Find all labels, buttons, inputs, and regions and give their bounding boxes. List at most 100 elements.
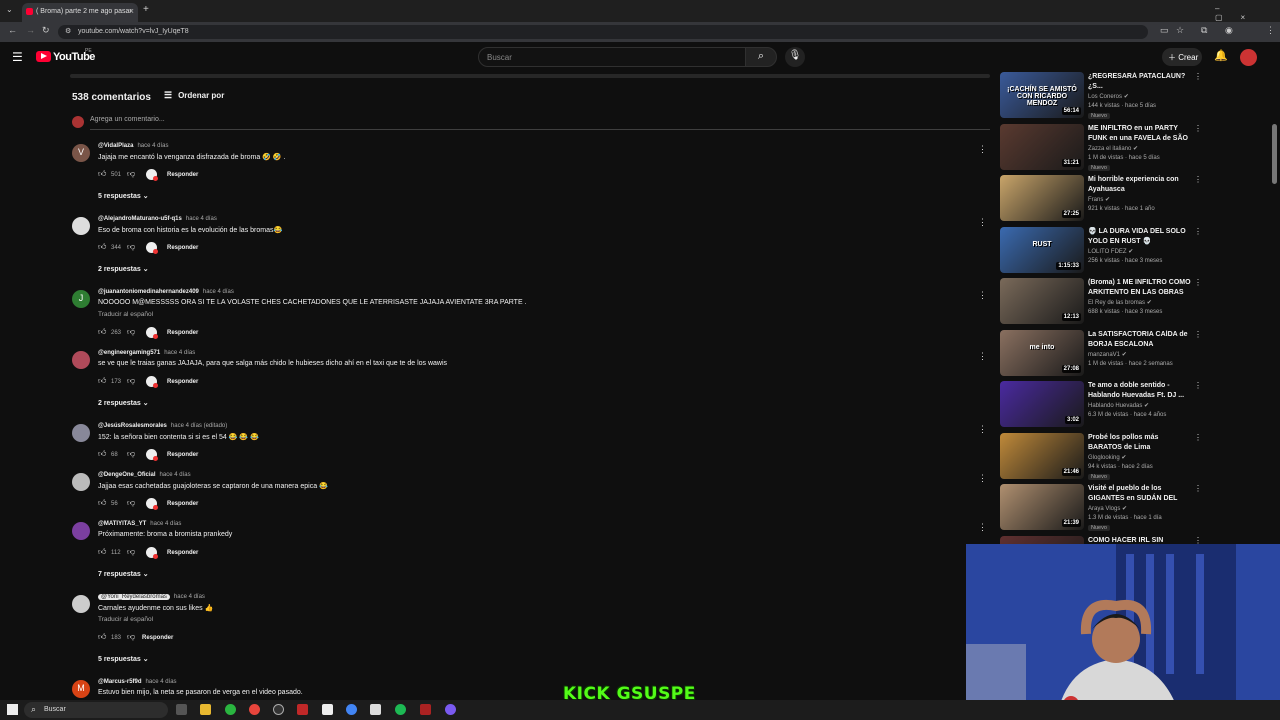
view-replies-button[interactable]: 5 respuestas ⌄	[98, 192, 149, 200]
recommended-video[interactable]: 27:25 Mi horrible experiencia con Ayahuas…	[1000, 175, 1200, 223]
comment-author[interactable]: @Yoni_Reydelasbromas	[98, 594, 170, 600]
windows-start-icon[interactable]	[7, 704, 18, 715]
channel-name[interactable]: manzanaV1 ✔	[1088, 351, 1127, 358]
comment-time[interactable]: hace 4 días	[174, 594, 205, 600]
video-thumbnail[interactable]: 27:25	[1000, 175, 1084, 221]
comment-author[interactable]: @JesúsRosalesmorales	[98, 423, 167, 429]
recommended-video[interactable]: me into 27:08 La SATISFACTORIA CAÍDA de BO…	[1000, 329, 1200, 378]
comment-time[interactable]: hace 4 días	[150, 521, 181, 527]
video-thumbnail[interactable]: 3:02	[1000, 381, 1084, 427]
avatar[interactable]	[72, 217, 90, 235]
avatar[interactable]	[72, 424, 90, 442]
new-tab-icon[interactable]: +	[143, 4, 149, 15]
hamburger-menu-icon[interactable]: ☰	[12, 50, 23, 64]
avatar[interactable]	[72, 473, 90, 491]
video-title[interactable]: Te amo a doble sentido - Hablando Huevad…	[1088, 381, 1192, 401]
comment-author[interactable]: @juanantoniomedinahernandez409	[98, 289, 199, 295]
avatar[interactable]: M	[72, 680, 90, 698]
like-icon[interactable]: 👍︎	[98, 376, 109, 386]
video-menu-icon[interactable]: ⋮	[1194, 330, 1200, 339]
channel-name[interactable]: Gloglooking ✔	[1088, 454, 1126, 461]
comment-author[interactable]: @Marcus-r5f9d	[98, 679, 142, 685]
forward-icon[interactable]: →	[26, 25, 35, 35]
cast-icon[interactable]: ▭	[1160, 25, 1169, 36]
comment-time[interactable]: hace 4 días	[186, 216, 217, 222]
video-menu-icon[interactable]: ⋮	[1194, 124, 1200, 133]
browser-menu-icon[interactable]: ⋮	[1266, 25, 1275, 36]
comment-menu-icon[interactable]: ⋮	[978, 522, 987, 533]
dislike-icon[interactable]: 👎︎	[127, 376, 138, 386]
channel-name[interactable]: Araya Vlogs ✔	[1088, 505, 1127, 512]
video-title[interactable]: 💀 LA DURA VIDA DEL SOLO YOLO EN RUST 💀	[1088, 227, 1192, 247]
reply-button[interactable]: Responder	[167, 452, 198, 458]
comment-menu-icon[interactable]: ⋮	[978, 473, 987, 484]
reply-button[interactable]: Responder	[167, 172, 198, 178]
recommended-video[interactable]: ¡CACHÍN SE AMISTÓ CON RICARDO MENDOZ 56:1…	[1000, 72, 1200, 120]
tab-search-icon[interactable]: ⌄	[6, 5, 13, 14]
video-menu-icon[interactable]: ⋮	[1194, 433, 1200, 442]
video-title[interactable]: La SATISFACTORIA CAÍDA de BORJA ESCALONA	[1088, 330, 1192, 350]
channel-name[interactable]: Hablando Huevadas ✔	[1088, 402, 1149, 409]
obs-icon[interactable]	[273, 704, 284, 715]
chrome-active-icon[interactable]	[346, 704, 357, 715]
video-thumbnail[interactable]: ¡CACHÍN SE AMISTÓ CON RICARDO MENDOZ 56:1…	[1000, 72, 1084, 118]
like-icon[interactable]: 👍︎	[98, 632, 109, 642]
video-thumbnail[interactable]: 21:39	[1000, 484, 1084, 530]
comment-menu-icon[interactable]: ⋮	[978, 351, 987, 362]
video-menu-icon[interactable]: ⋮	[1194, 484, 1200, 493]
voice-search-button[interactable]: 🎙	[785, 47, 805, 67]
avatar[interactable]	[72, 522, 90, 540]
video-title[interactable]: ME INFILTRO en un PARTY FUNK en una FAVE…	[1088, 124, 1192, 144]
recommended-video[interactable]: 21:39 Visité el pueblo de los GIGANTES en…	[1000, 484, 1200, 532]
channel-name[interactable]: LOLITO FDEZ ✔	[1088, 248, 1133, 255]
app-icon[interactable]	[370, 704, 381, 715]
recommended-video[interactable]: RUST 1:15:33 💀 LA DURA VIDA DEL SOLO YOLO …	[1000, 226, 1200, 275]
comment-time[interactable]: hace 4 días	[164, 350, 195, 356]
video-menu-icon[interactable]: ⋮	[1194, 536, 1200, 545]
reply-button[interactable]: Responder	[167, 379, 198, 385]
comment-author[interactable]: @engineergaming571	[98, 350, 160, 356]
avatar[interactable]	[72, 351, 90, 369]
comment-author[interactable]: @AlejandroMaturano-u5f-q1s	[98, 216, 182, 222]
view-replies-button[interactable]: 2 respuestas ⌄	[98, 399, 149, 407]
recommended-video[interactable]: 12:13 (Broma) 1 ME INFILTRO COMO ARKITENT…	[1000, 278, 1200, 326]
close-tab-icon[interactable]: ×	[129, 6, 134, 16]
comment-time[interactable]: hace 4 días	[137, 143, 168, 149]
comment-author[interactable]: @DengeOne_Oficial	[98, 472, 156, 478]
video-thumbnail[interactable]: 12:13	[1000, 278, 1084, 324]
taskbar-search[interactable]: ⌕ Buscar	[24, 702, 168, 718]
add-comment-input[interactable]: Agrega un comentario...	[90, 116, 990, 130]
comment-menu-icon[interactable]: ⋮	[978, 217, 987, 228]
dislike-icon[interactable]: 👎︎	[127, 449, 138, 459]
spotify-icon[interactable]	[395, 704, 406, 715]
recommended-video[interactable]: 3:02 Te amo a doble sentido - Hablando Hu…	[1000, 381, 1200, 429]
video-title[interactable]: Probé los pollos más BARATOS de Lima	[1088, 433, 1192, 453]
video-thumbnail[interactable]: 21:46	[1000, 432, 1084, 479]
video-thumbnail[interactable]: 31:21	[1000, 123, 1084, 170]
view-replies-button[interactable]: 5 respuestas ⌄	[98, 655, 149, 663]
comment-time[interactable]: hace 4 días	[146, 679, 177, 685]
dislike-icon[interactable]: 👎︎	[127, 547, 138, 557]
comment-time[interactable]: hace 4 días	[160, 472, 191, 478]
video-thumbnail[interactable]	[1000, 535, 1084, 544]
chrome-icon[interactable]	[249, 704, 260, 715]
like-icon[interactable]: 👍︎	[98, 449, 109, 459]
video-title[interactable]: Visité el pueblo de los GIGANTES en SUDÁ…	[1088, 484, 1192, 504]
reply-button[interactable]: Responder	[167, 330, 198, 336]
sort-button[interactable]: ☰ Ordenar por	[164, 90, 224, 101]
like-icon[interactable]: 👍︎	[98, 547, 109, 557]
video-menu-icon[interactable]: ⋮	[1194, 278, 1200, 287]
dislike-icon[interactable]: 👎︎	[127, 498, 138, 508]
recommended-video[interactable]: 31:21 ME INFILTRO en un PARTY FUNK en una…	[1000, 123, 1200, 172]
browser-tab[interactable]: ( Broma) parte 2 me ago pasar ×	[22, 3, 138, 22]
comment-time[interactable]: hace 4 días (editado)	[171, 423, 227, 429]
recommended-video[interactable]: COMO HACER IRL SIN GASTAR⋮	[1000, 535, 1200, 545]
user-avatar[interactable]	[1240, 49, 1257, 66]
like-icon[interactable]: 👍︎	[98, 242, 109, 252]
comment-time[interactable]: hace 4 días	[203, 289, 234, 295]
dislike-icon[interactable]: 👎︎	[127, 327, 138, 337]
like-icon[interactable]: 👍︎	[98, 327, 109, 337]
streamlabs-icon[interactable]	[297, 704, 308, 715]
capcut-icon[interactable]	[322, 704, 333, 715]
profile-icon[interactable]: ◉	[1225, 25, 1233, 36]
